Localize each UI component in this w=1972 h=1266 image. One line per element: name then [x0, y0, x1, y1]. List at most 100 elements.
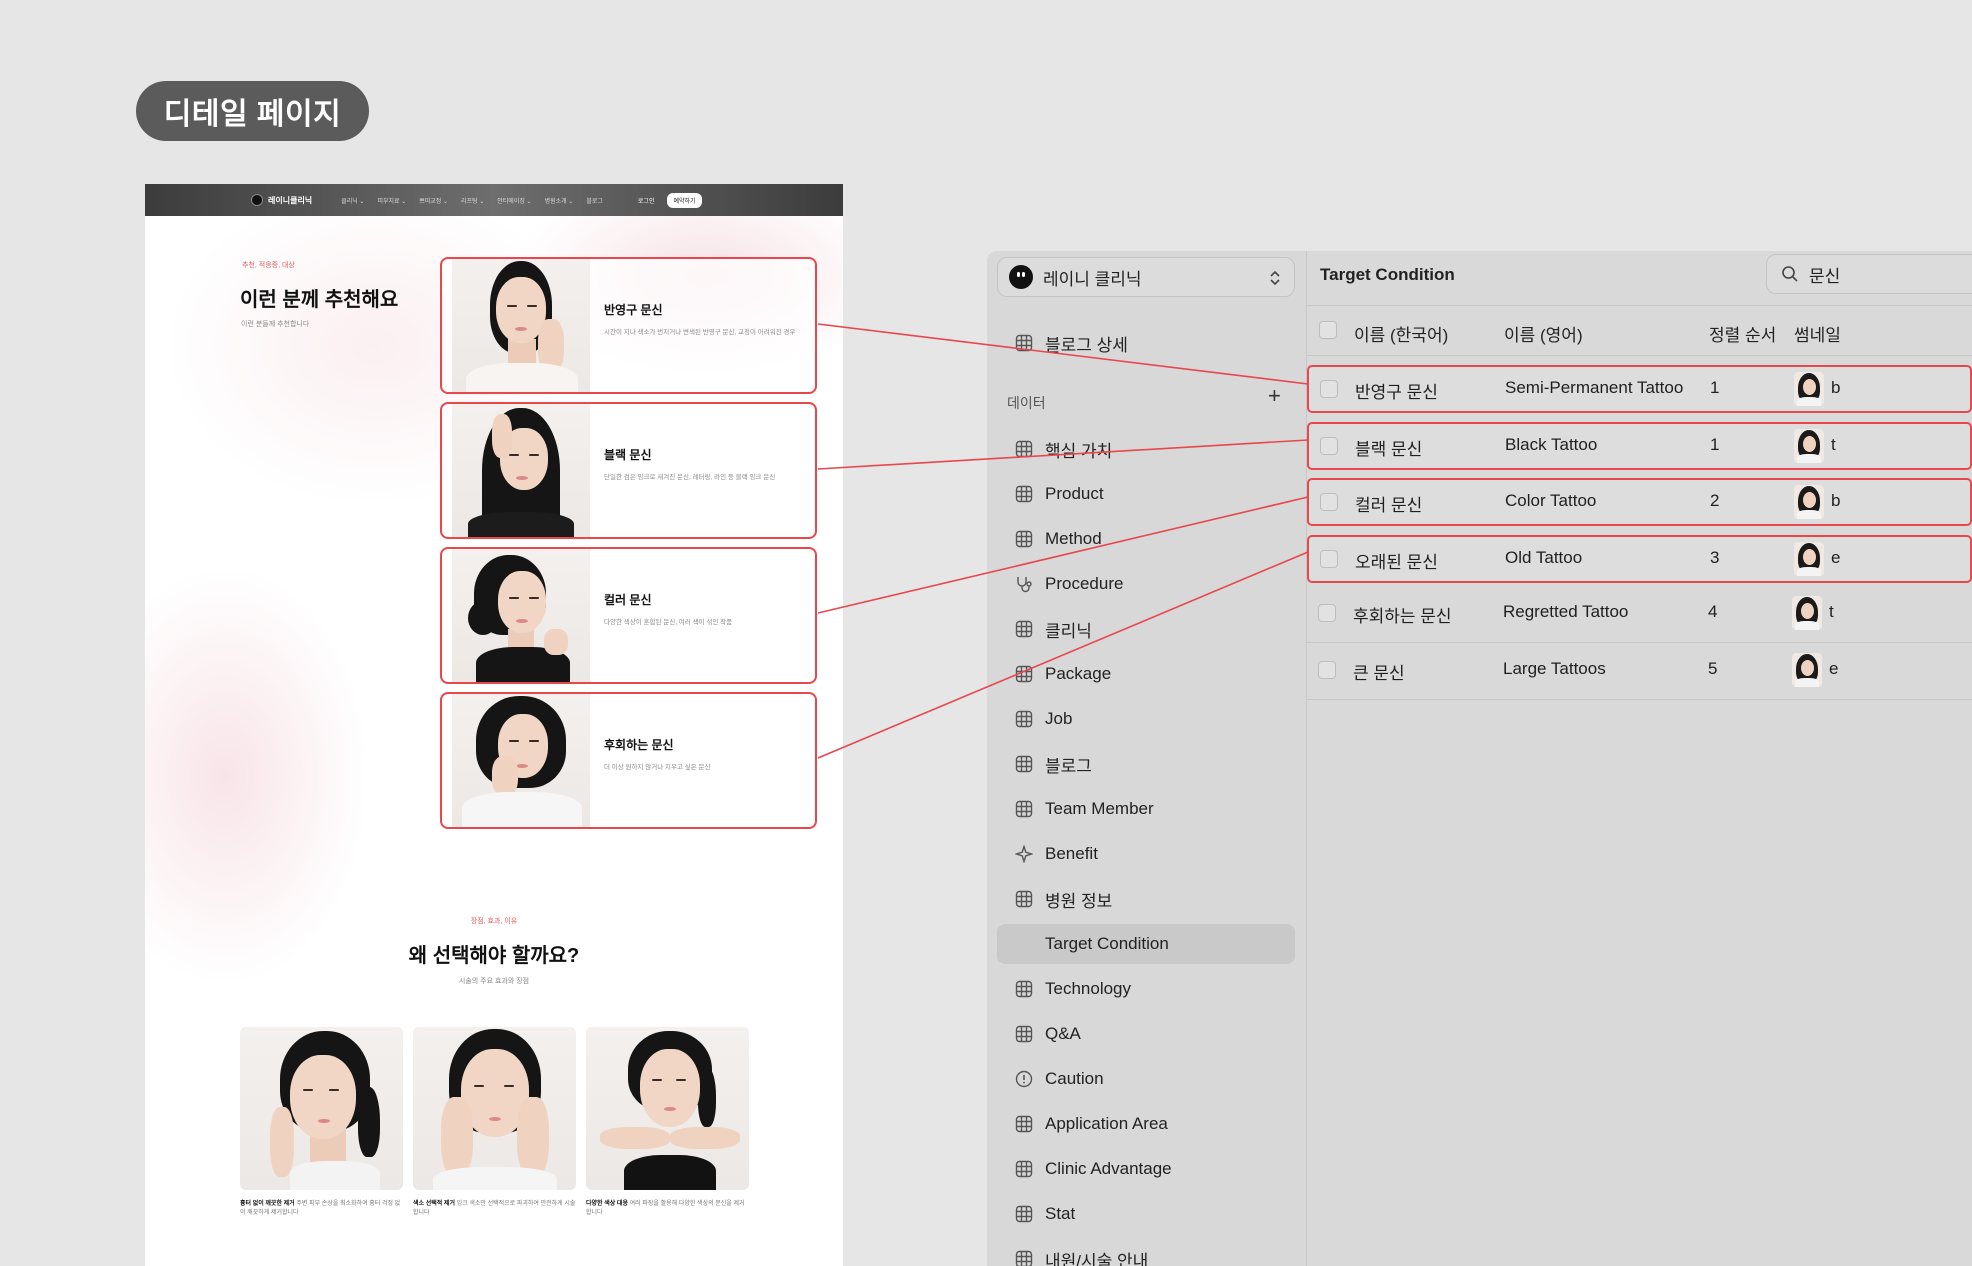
- sidebar-item[interactable]: Stat: [997, 1194, 1295, 1234]
- grid-icon: [1015, 334, 1033, 352]
- sidebar-item-label: Q&A: [1045, 1024, 1081, 1043]
- nav-link[interactable]: 병원소개 ⌄: [545, 196, 574, 205]
- sidebar-item[interactable]: Method: [997, 519, 1295, 559]
- project-switcher[interactable]: 레이니 클리닉: [997, 257, 1295, 297]
- alert-circle-icon: [1015, 1070, 1033, 1088]
- cell-name-en: Semi-Permanent Tattoo: [1505, 378, 1684, 397]
- grid-icon: [1015, 1115, 1033, 1133]
- sidebar-item[interactable]: Package: [997, 654, 1295, 694]
- nav-link[interactable]: 쁘띠교정 ⌄: [419, 196, 448, 205]
- search-input[interactable]: 문신: [1766, 254, 1972, 294]
- canvas: 디테일 페이지 레이니클리닉 클리닉 ⌄ 피부치료 ⌄ 쁘띠교정 ⌄ 리프팅 ⌄…: [0, 0, 1972, 1266]
- thumbnail-image[interactable]: [1794, 485, 1824, 519]
- grid-icon: [1015, 530, 1033, 548]
- site-logo[interactable]: 레이니클리닉: [251, 194, 312, 206]
- sidebar-item[interactable]: Q&A: [997, 1014, 1295, 1054]
- page-badge: 디테일 페이지: [136, 81, 369, 141]
- sidebar-item[interactable]: 내원/시술 안내: [997, 1239, 1295, 1266]
- table-row[interactable]: 블랙 문신 Black Tattoo 1 t: [1307, 421, 1972, 470]
- sidebar-item[interactable]: Caution: [997, 1059, 1295, 1099]
- grid-icon: [1015, 1205, 1033, 1223]
- row-checkbox[interactable]: [1318, 604, 1336, 622]
- table-row[interactable]: 오래된 문신 Old Tattoo 3 e: [1307, 534, 1972, 583]
- cell-name-ko: 반영구 문신: [1355, 383, 1438, 402]
- nav-link[interactable]: 피부치료 ⌄: [377, 196, 406, 205]
- sidebar-item[interactable]: Team Member: [997, 789, 1295, 829]
- project-logo-icon: [1009, 265, 1033, 289]
- condition-card[interactable]: 컬러 문신 다양한 색상이 혼합된 문신, 여러 색이 섞인 작품: [440, 547, 817, 684]
- condition-card[interactable]: 후회하는 문신 더 이상 원하지 않거나 지우고 싶은 문신: [440, 692, 817, 829]
- row-checkbox[interactable]: [1320, 436, 1338, 455]
- table-row[interactable]: 반영구 문신 Semi-Permanent Tattoo 1 b: [1307, 365, 1972, 413]
- column-header[interactable]: 정렬 순서: [1709, 321, 1776, 346]
- condition-card[interactable]: 반영구 문신 시간이 지나 색소가 번지거나 변색된 반영구 문신, 교정이 어려…: [440, 257, 817, 394]
- benefit-card[interactable]: 흉터 없이 깨끗한 제거 주변 피부 손상을 최소화하여 흉터 걱정 없이 깨끗…: [240, 1027, 403, 1219]
- nav-link[interactable]: 안티에이징 ⌄: [497, 196, 531, 205]
- sidebar-item[interactable]: Product: [997, 474, 1295, 514]
- column-header[interactable]: 썸네일: [1794, 321, 1841, 346]
- table-row[interactable]: 컬러 문신 Color Tattoo 2 b: [1307, 478, 1972, 526]
- nav-link[interactable]: 클리닉 ⌄: [341, 196, 364, 205]
- cell-name-ko: 큰 문신: [1353, 663, 1405, 683]
- sidebar-item-label: Job: [1045, 709, 1073, 728]
- table-row[interactable]: 큰 문신 Large Tattoos 5 e: [1307, 644, 1972, 700]
- row-checkbox[interactable]: [1320, 549, 1338, 568]
- project-name: 레이니 클리닉: [1043, 269, 1142, 289]
- add-collection-button[interactable]: +: [1268, 385, 1281, 407]
- sidebar-item-label: 블로그: [1045, 756, 1092, 776]
- benefit-card[interactable]: 다양한 색상 대응 여러 파장을 활용해 다양한 색상의 문신을 제거합니다: [586, 1027, 749, 1219]
- site-nav: 레이니클리닉 클리닉 ⌄ 피부치료 ⌄ 쁘띠교정 ⌄ 리프팅 ⌄ 안티에이징 ⌄…: [145, 184, 843, 216]
- why-tag: 장점, 효과, 이유: [470, 918, 518, 925]
- sidebar-item[interactable]: 핵심 가치: [997, 429, 1295, 469]
- benefit-portrait: [586, 1027, 749, 1190]
- cell-name-en: Large Tattoos: [1503, 658, 1606, 678]
- search-value: 문신: [1809, 266, 1841, 286]
- sidebar-item-label: Method: [1045, 529, 1102, 548]
- benefit-portrait: [413, 1027, 576, 1190]
- nav-link[interactable]: 리프팅 ⌄: [461, 196, 484, 205]
- table-row[interactable]: 후회하는 문신 Regretted Tattoo 4 t: [1307, 587, 1972, 643]
- select-all-checkbox[interactable]: [1319, 321, 1337, 339]
- stethoscope-icon: [1015, 575, 1033, 593]
- sidebar-item[interactable]: Job: [997, 699, 1295, 739]
- sidebar-item[interactable]: Application Area: [997, 1104, 1295, 1144]
- thumbnail-image[interactable]: [1794, 372, 1824, 406]
- sidebar-item-label: Stat: [1045, 1204, 1076, 1223]
- thumbnail-image[interactable]: [1792, 596, 1822, 630]
- booking-button[interactable]: 예약하기: [667, 192, 702, 208]
- thumbnail-image[interactable]: [1792, 652, 1822, 687]
- sidebar-item-label: Team Member: [1045, 799, 1154, 818]
- login-link[interactable]: 로그인: [638, 196, 655, 205]
- sidebar-item[interactable]: Target Condition: [997, 924, 1295, 964]
- sidebar-item[interactable]: Benefit: [997, 834, 1295, 874]
- benefit-card[interactable]: 색소 선택적 제거 잉크 색소만 선택적으로 파괴하여 안전하게 시술합니다: [413, 1027, 576, 1219]
- card-title: 후회하는 문신: [604, 738, 674, 752]
- sidebar-item[interactable]: 클리닉: [997, 609, 1295, 649]
- sidebar-item-label: 블로그 상세: [1045, 335, 1128, 355]
- column-header[interactable]: 이름 (영어): [1504, 321, 1583, 346]
- grid-icon: [1015, 1250, 1033, 1266]
- sidebar-item-blog-detail[interactable]: 블로그 상세: [997, 323, 1295, 363]
- condition-card[interactable]: 블랙 문신 단일한 검은 잉크로 새겨진 문신, 레터링, 라인 등 블랙 잉크 …: [440, 402, 817, 539]
- grid-icon: [1015, 485, 1033, 503]
- sidebar-item-label: 병원 정보: [1045, 891, 1113, 911]
- benefit-title: 흉터 없이 깨끗한 제거: [240, 1201, 295, 1207]
- sidebar-item[interactable]: 블로그: [997, 744, 1295, 784]
- cell-name-ko: 오래된 문신: [1355, 552, 1438, 572]
- sidebar-item[interactable]: Procedure: [997, 564, 1295, 604]
- nav-link[interactable]: 블로그: [586, 196, 603, 205]
- recommend-subtitle: 이런 분들께 추천합니다: [241, 321, 310, 328]
- card-portrait: [452, 259, 590, 392]
- thumbnail-image[interactable]: [1794, 428, 1824, 463]
- sidebar-item[interactable]: 병원 정보: [997, 879, 1295, 919]
- sidebar-item[interactable]: Clinic Advantage: [997, 1149, 1295, 1189]
- row-checkbox[interactable]: [1320, 380, 1338, 398]
- grid-icon: [1015, 890, 1033, 908]
- row-checkbox[interactable]: [1320, 493, 1338, 511]
- cell-name-en: Old Tattoo: [1505, 547, 1583, 567]
- sidebar-item[interactable]: Technology: [997, 969, 1295, 1009]
- cell-order: 4: [1708, 602, 1718, 621]
- thumbnail-image[interactable]: [1794, 541, 1824, 576]
- row-checkbox[interactable]: [1318, 660, 1336, 679]
- column-header[interactable]: 이름 (한국어): [1354, 321, 1448, 346]
